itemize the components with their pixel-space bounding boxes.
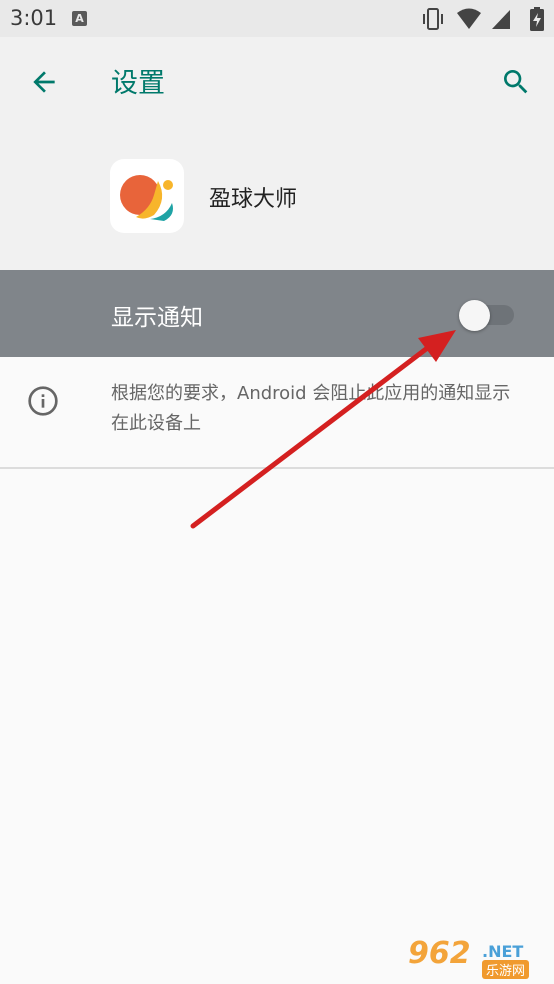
watermark-sub: 乐游网 — [482, 960, 530, 979]
page-title: 设置 — [111, 68, 165, 99]
status-bar: 3:01 A — [0, 0, 554, 37]
info-icon — [28, 386, 58, 416]
show-notifications-label: 显示通知 — [111, 305, 203, 331]
app-logo-icon — [110, 159, 184, 233]
notification-app-icon: A — [72, 11, 87, 26]
search-icon[interactable] — [500, 66, 532, 98]
watermark-net: .NET — [482, 942, 524, 961]
info-text: 根据您的要求，Android 会阻止此应用的通知显示在此设备上 — [111, 383, 511, 434]
watermark-logo: 962 .NET 乐游网 — [408, 936, 548, 979]
divider — [0, 467, 554, 469]
status-time: 3:01 — [10, 6, 58, 30]
show-notifications-switch[interactable] — [459, 300, 490, 331]
app-name: 盈球大师 — [209, 187, 298, 212]
vibrate-icon — [423, 8, 443, 30]
show-notifications-row[interactable]: 显示通知 — [0, 270, 554, 357]
watermark-main: 962 — [408, 936, 471, 971]
info-section: 根据您的要求，Android 会阻止此应用的通知显示在此设备上 — [0, 357, 554, 467]
arrow-back-icon[interactable] — [28, 66, 60, 98]
battery-charging-icon — [530, 7, 544, 31]
wifi-icon — [457, 8, 481, 29]
app-header: 盈球大师 — [0, 125, 554, 270]
app-bar: 设置 — [0, 37, 554, 125]
signal-icon — [492, 10, 510, 29]
